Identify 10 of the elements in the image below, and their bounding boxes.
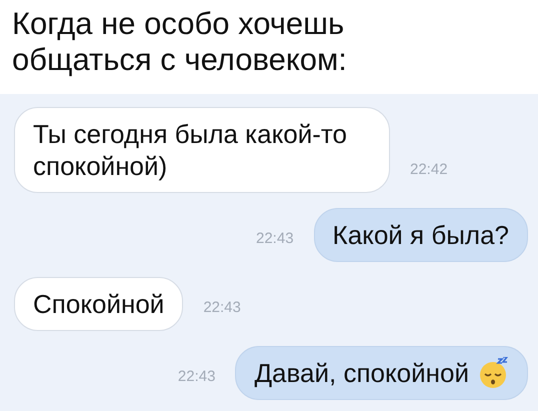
message-time: 22:43 [203, 299, 241, 316]
incoming-message: Спокойной [14, 277, 184, 331]
sleeping-emoji-icon [479, 357, 509, 389]
message-time: 22:43 [256, 230, 294, 247]
message-time: 22:42 [410, 161, 448, 178]
caption: Когда не особо хочешь общаться с человеком: [11, 5, 348, 79]
message-time: 22:43 [178, 368, 216, 385]
incoming-message: Ты сегодня была какой-то спокойной) [14, 107, 390, 193]
outgoing-message: Какой я была? [314, 208, 528, 262]
outgoing-message: Давай, спокойной [235, 346, 528, 400]
